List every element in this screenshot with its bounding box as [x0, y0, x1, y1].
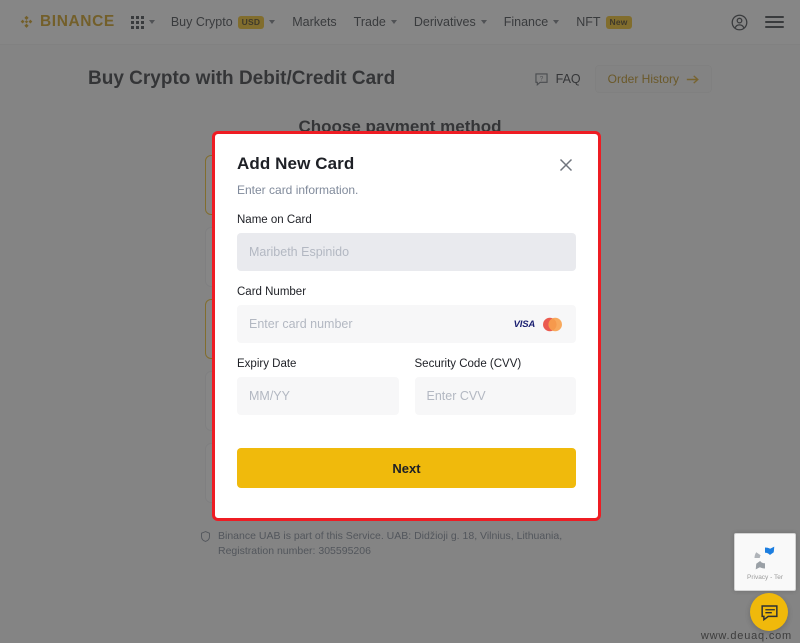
watermark: www.deuaq.com — [700, 630, 792, 642]
field-security-code: Security Code (CVV) Enter CVV — [414, 358, 576, 415]
input-placeholder: Enter CVV — [426, 389, 486, 403]
dialog-subtitle: Enter card information. — [237, 183, 359, 197]
chat-bubble-icon — [760, 604, 778, 621]
dialog-title: Add New Card — [237, 154, 355, 173]
dialog-header: Add New Card — [237, 154, 576, 175]
screen: BINANCE Buy Crypto USD Markets Tr — [0, 0, 800, 643]
recaptcha-badge[interactable]: Privacy - Ter — [734, 533, 796, 591]
expiry-date-input[interactable]: MM/YY — [237, 377, 399, 415]
close-icon[interactable] — [556, 155, 576, 175]
card-number-input[interactable]: Enter card number VISA — [237, 305, 576, 343]
field-name-on-card: Name on Card Maribeth Espinido — [237, 214, 576, 271]
field-label: Name on Card — [237, 214, 312, 226]
field-expiry-date: Expiry Date MM/YY — [237, 358, 399, 415]
field-label: Security Code (CVV) — [414, 358, 522, 370]
field-row-expiry-cvv: Expiry Date MM/YY Security Code (CVV) En… — [237, 358, 576, 415]
recaptcha-icon — [754, 546, 775, 569]
input-placeholder: Enter card number — [249, 317, 353, 331]
field-label: Card Number — [237, 286, 307, 298]
next-button[interactable]: Next — [237, 448, 576, 488]
field-card-number: Card Number Enter card number VISA — [237, 286, 576, 343]
card-brand-icons: VISA — [514, 317, 564, 332]
field-label: Expiry Date — [237, 358, 297, 370]
input-placeholder: Maribeth Espinido — [249, 245, 350, 259]
mastercard-icon — [543, 317, 562, 331]
visa-icon: VISA — [513, 318, 536, 330]
chat-support-button[interactable] — [750, 593, 788, 631]
add-new-card-dialog: Add New Card Enter card information. Nam… — [212, 131, 601, 521]
recaptcha-label: Privacy - Ter — [747, 573, 783, 581]
security-code-input[interactable]: Enter CVV — [414, 377, 576, 415]
input-placeholder: MM/YY — [249, 389, 290, 403]
name-on-card-input[interactable]: Maribeth Espinido — [237, 233, 576, 271]
